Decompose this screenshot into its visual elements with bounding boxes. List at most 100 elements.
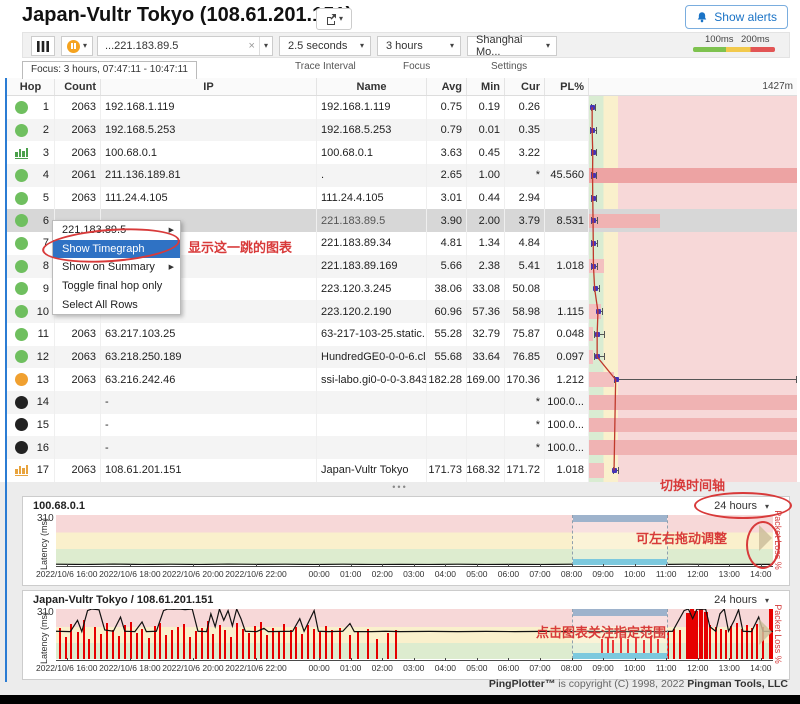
splitter-handle[interactable]: ••• bbox=[0, 482, 800, 496]
time-tick-label: 11:00 bbox=[656, 569, 677, 579]
cell-pl bbox=[545, 119, 589, 142]
cell-cur: 58.98 bbox=[505, 300, 545, 323]
col-hop[interactable]: Hop bbox=[7, 78, 55, 95]
trace-interval-select[interactable]: 2.5 seconds ▾ bbox=[279, 36, 371, 56]
menu-item-221-183-89-5[interactable]: 221.183.89.5▶ bbox=[53, 221, 180, 240]
cell-ip: 111.24.4.105 bbox=[101, 187, 317, 210]
timegraph-shown-icon bbox=[15, 464, 28, 476]
hop-row-11[interactable]: 11206363.217.103.2563-217-103-25.static.… bbox=[7, 323, 797, 346]
settings-select[interactable]: Shanghai Mo... ▾ bbox=[467, 36, 557, 56]
col-ip[interactable]: IP bbox=[101, 78, 317, 95]
cell-ip: 211.136.189.81 bbox=[101, 164, 317, 187]
cell-avg: 0.79 bbox=[427, 119, 467, 142]
time-tick-label: 03:00 bbox=[403, 663, 424, 673]
cell-name: 221.183.89.5 bbox=[317, 209, 427, 232]
menu-item-show-timegraph[interactable]: Show Timegraph bbox=[53, 240, 180, 259]
menu-item-toggle-final-hop-only[interactable]: Toggle final hop only bbox=[53, 277, 180, 296]
packet-loss-axis-label: Packet Loss % bbox=[773, 505, 783, 575]
focus-tab[interactable]: Focus: 3 hours, 07:47:11 - 10:47:11 bbox=[22, 61, 197, 79]
hop-row-12[interactable]: 12206363.218.250.189HundredGE0-0-0-6.cl.… bbox=[7, 346, 797, 369]
time-tick-label: 00:00 bbox=[308, 663, 329, 673]
trace-interval-label: Trace Interval bbox=[295, 61, 356, 72]
pause-trace-button[interactable]: ▾ bbox=[61, 36, 93, 56]
hop-latency-graph-cell bbox=[589, 141, 797, 164]
cell-count: 2063 bbox=[55, 368, 101, 391]
hop-row-1[interactable]: 12063192.168.1.119192.168.1.1190.750.190… bbox=[7, 96, 797, 119]
time-tick-label: 2022/10/6 16:00 bbox=[36, 569, 97, 579]
packet-loss-bar bbox=[589, 418, 797, 433]
cell-pl: 0.097 bbox=[545, 346, 589, 369]
submenu-arrow-icon: ▶ bbox=[169, 263, 174, 271]
hop-row-5[interactable]: 52063111.24.4.105111.24.4.1053.010.442.9… bbox=[7, 187, 797, 210]
share-button[interactable]: ▾ bbox=[316, 8, 352, 30]
cell-count: 2063 bbox=[55, 119, 101, 142]
hop-row-13[interactable]: 13206363.216.242.46ssi-labo.gi0-0-0-3.84… bbox=[7, 368, 797, 391]
hop-number: 11 bbox=[33, 328, 49, 340]
cell-name bbox=[317, 391, 427, 414]
time-tick-label: 2022/10/6 22:00 bbox=[225, 569, 286, 579]
status-ok-icon bbox=[15, 305, 28, 318]
col-pl[interactable]: PL% bbox=[545, 78, 589, 95]
min-max-whisker bbox=[614, 376, 797, 383]
clear-icon[interactable]: × bbox=[245, 40, 259, 52]
hop-row-15[interactable]: 15-*100.0... bbox=[7, 414, 797, 437]
hop-row-17[interactable]: 172063108.61.201.151Japan-Vultr Tokyo171… bbox=[7, 459, 797, 482]
drag-handle-icon[interactable] bbox=[759, 619, 772, 645]
cell-pl: 8.531 bbox=[545, 209, 589, 232]
timegraph-plot[interactable] bbox=[56, 515, 773, 565]
cell-pl bbox=[545, 232, 589, 255]
time-tick-label: 07:00 bbox=[529, 663, 550, 673]
col-name[interactable]: Name bbox=[317, 78, 427, 95]
hop-latency-graph-cell bbox=[589, 436, 797, 459]
cell-ip: - bbox=[101, 436, 317, 459]
cell-avg: 38.06 bbox=[427, 278, 467, 301]
show-alerts-button[interactable]: Show alerts bbox=[685, 5, 788, 29]
time-tick-label: 2022/10/6 20:00 bbox=[162, 663, 223, 673]
hop-row-4[interactable]: 42061211.136.189.81.2.651.00*45.560 bbox=[7, 164, 797, 187]
menu-item-show-on-summary[interactable]: Show on Summary▶ bbox=[53, 258, 180, 277]
summary-grid-button[interactable] bbox=[31, 36, 55, 56]
submenu-arrow-icon: ▶ bbox=[169, 226, 174, 234]
cell-avg: 5.66 bbox=[427, 255, 467, 278]
avg-latency-marker bbox=[591, 241, 596, 246]
avg-latency-marker bbox=[612, 468, 617, 473]
hop-number: 3 bbox=[33, 147, 49, 159]
time-range-select[interactable]: 24 hours▾ bbox=[708, 593, 775, 607]
hop-latency-graph-cell bbox=[589, 96, 797, 119]
cell-ip: 100.68.0.1 bbox=[101, 141, 317, 164]
col-avg[interactable]: Avg bbox=[427, 78, 467, 95]
hop-row-14[interactable]: 14-*100.0... bbox=[7, 391, 797, 414]
time-tick-label: 05:00 bbox=[466, 663, 487, 673]
col-cur[interactable]: Cur bbox=[505, 78, 545, 95]
hop-row-3[interactable]: 32063100.68.0.1100.68.0.13.630.453.22 bbox=[7, 141, 797, 164]
hop-latency-graph-cell bbox=[589, 459, 797, 482]
target-dropdown-caret[interactable]: ▾ bbox=[259, 37, 272, 55]
packet-loss-bar bbox=[589, 372, 614, 387]
chevron-down-icon: ▾ bbox=[450, 42, 460, 50]
cell-min bbox=[467, 414, 505, 437]
time-tick-label: 13:00 bbox=[719, 569, 740, 579]
packet-loss-bar bbox=[589, 463, 604, 478]
hop-row-16[interactable]: 16-*100.0... bbox=[7, 436, 797, 459]
chevron-down-icon: ▾ bbox=[83, 42, 87, 50]
time-axis: 2022/10/6 16:002022/10/6 18:002022/10/6 … bbox=[56, 660, 773, 675]
hop-number: 12 bbox=[33, 351, 49, 363]
menu-item-select-all-rows[interactable]: Select All Rows bbox=[53, 295, 180, 314]
time-tick-label: 08:00 bbox=[561, 663, 582, 673]
time-tick-label: 2022/10/6 18:00 bbox=[99, 569, 160, 579]
time-range-select[interactable]: 24 hours▾ bbox=[708, 499, 775, 513]
time-tick-label: 04:00 bbox=[435, 663, 456, 673]
chevron-down-icon: ▾ bbox=[339, 15, 343, 23]
focus-select[interactable]: 3 hours ▾ bbox=[377, 36, 461, 56]
drag-handle-icon[interactable] bbox=[759, 525, 772, 551]
hop-number: 4 bbox=[33, 169, 49, 181]
legend-100ms-label: 100ms bbox=[705, 34, 734, 45]
timegraph-plot[interactable] bbox=[56, 609, 773, 659]
legend-200ms-label: 200ms bbox=[741, 34, 770, 45]
cell-min: 168.32 bbox=[467, 459, 505, 482]
col-count[interactable]: Count bbox=[55, 78, 101, 95]
packet-loss-axis-label: Packet Loss % bbox=[773, 599, 783, 669]
target-input[interactable]: ...221.183.89.5 × ▾ bbox=[97, 36, 273, 56]
col-min[interactable]: Min bbox=[467, 78, 505, 95]
hop-row-2[interactable]: 22063192.168.5.253192.168.5.2530.790.010… bbox=[7, 119, 797, 142]
